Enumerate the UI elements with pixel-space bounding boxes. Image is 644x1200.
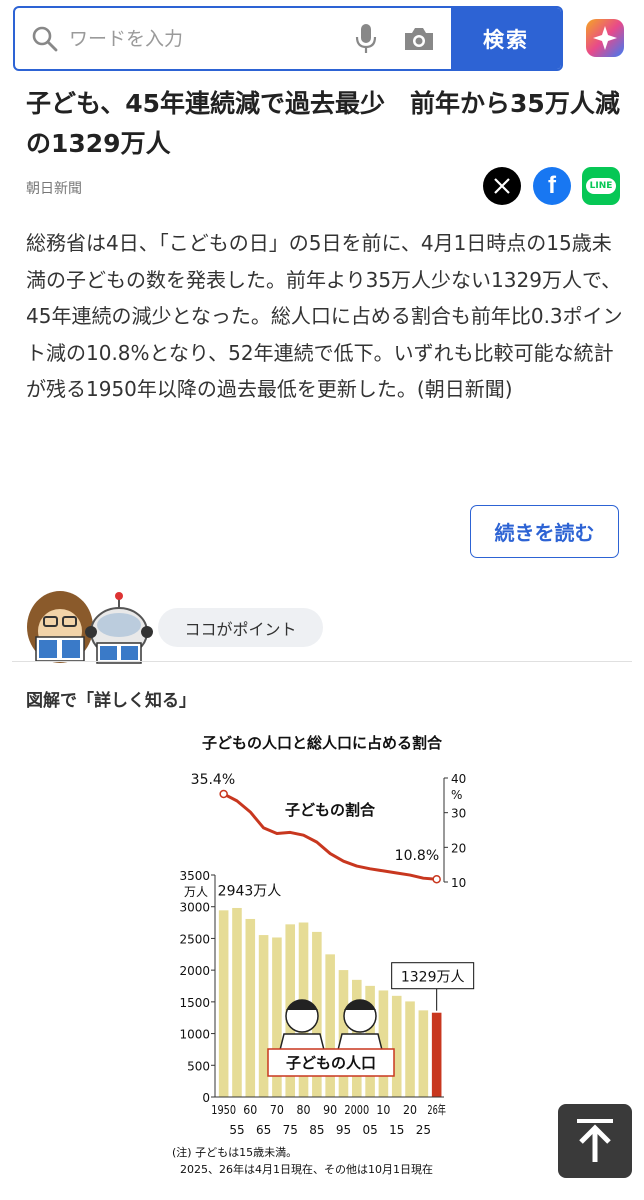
ratio-first-label: 35.4% <box>191 772 235 788</box>
left-unit: 万人 <box>184 885 208 899</box>
x-tick-label-bottom: 65 <box>256 1123 271 1137</box>
x-tick-label-top: 70 <box>270 1103 284 1117</box>
x-tick-label-top: 80 <box>297 1103 311 1117</box>
x-tick-label-bottom: 85 <box>309 1123 324 1137</box>
search-header: 検索 <box>0 0 644 82</box>
chart-note-1: (注) 子どもは15歳未満。 <box>172 1145 297 1159</box>
back-to-top-button[interactable] <box>558 1104 632 1178</box>
chart: 子どもの人口と総人口に占める割合 0 500 1000 1500 2000 2500 3000… <box>170 722 475 1184</box>
x-tick-label-bottom: 75 <box>283 1123 298 1137</box>
share-x-button[interactable] <box>483 167 521 205</box>
pop-last-label: 1329万人 <box>401 970 465 986</box>
share-line-button[interactable]: LINE <box>582 167 620 205</box>
search-input[interactable] <box>15 8 455 69</box>
population-bar <box>232 907 242 1097</box>
x-tick-label-top: 60 <box>243 1103 257 1117</box>
x-tick-label-bottom: 05 <box>362 1123 377 1137</box>
pop-first-label: 2943万人 <box>218 883 282 899</box>
population-chart: 子どもの人口と総人口に占める割合 0 500 1000 1500 2000 2500 3000… <box>172 734 475 1176</box>
arrow-up-icon <box>577 1119 613 1162</box>
left-tick-label: 1000 <box>179 1028 210 1042</box>
x-tick-label-top: 90 <box>323 1103 337 1117</box>
left-tick-label: 3500 <box>179 869 210 883</box>
ratio-point <box>432 874 441 884</box>
x-tick-label-top: 1950 <box>211 1103 236 1117</box>
read-more-button[interactable]: 続きを読む <box>470 505 619 558</box>
x-tick-label-bottom: 15 <box>389 1123 404 1137</box>
search-button[interactable]: 検索 <box>451 8 561 69</box>
x-tick-label-top: 2000 <box>344 1103 369 1117</box>
x-tick-label-top: 10 <box>376 1103 390 1117</box>
search-box: 検索 <box>13 6 563 71</box>
microphone-icon[interactable] <box>355 23 377 55</box>
population-bar <box>418 1010 429 1097</box>
share-facebook-button[interactable]: f <box>533 167 571 205</box>
x-tick-label-top: 26年 <box>427 1103 446 1117</box>
x-tick-label-bottom: 55 <box>229 1123 244 1137</box>
right-tick-label: 10 <box>451 876 466 890</box>
mascot-characters <box>27 591 153 664</box>
right-tick-label: 40 <box>451 772 466 786</box>
x-tick-label-bottom: 25 <box>416 1123 431 1137</box>
bars-series-label: 子どもの人口 <box>286 1054 376 1072</box>
chart-note-2: 2025、26年は4月1日現在、その他は10月1日現在 <box>180 1162 433 1176</box>
divider <box>12 661 632 662</box>
facebook-icon: f <box>548 172 556 199</box>
right-tick-label: 30 <box>451 807 466 821</box>
left-tick-label: 3000 <box>179 901 210 915</box>
left-tick-label: 0 <box>202 1091 210 1105</box>
population-bar <box>391 995 402 1097</box>
chart-title: 子どもの人口と総人口に占める割合 <box>202 734 443 752</box>
left-tick-label: 1500 <box>179 996 210 1010</box>
child-body <box>279 1033 325 1051</box>
child-body <box>337 1033 383 1051</box>
x-tick-label-bottom: 95 <box>336 1123 351 1137</box>
x-logo-icon <box>494 178 510 194</box>
line-series-label: 子どもの割合 <box>285 801 376 819</box>
line-icon: LINE <box>585 178 617 194</box>
ratio-point <box>219 789 228 799</box>
left-tick-label: 2500 <box>179 932 210 946</box>
population-bar <box>245 918 256 1097</box>
point-badge[interactable]: ココがポイント <box>158 608 323 647</box>
right-unit: % <box>451 788 462 802</box>
article-body: 総務省は4日、「こどもの日」の5日を前に、4月1日時点の15歳未満の子どもの数を… <box>26 231 623 401</box>
left-tick-label: 2000 <box>179 964 210 978</box>
population-bar <box>431 1012 442 1097</box>
population-bar <box>218 910 229 1097</box>
population-bar <box>405 1001 415 1097</box>
ai-assistant-icon[interactable] <box>585 18 625 58</box>
x-tick-label-top: 20 <box>403 1103 417 1117</box>
section-title: 図解で「詳しく知る」 <box>26 691 196 711</box>
article-source: 朝日新聞 <box>26 181 82 197</box>
article-title: 子ども、45年連続減で過去最少 前年から35万人減の1329万人 <box>26 89 620 158</box>
population-bar <box>258 935 269 1097</box>
left-tick-label: 500 <box>187 1059 210 1073</box>
camera-icon[interactable] <box>403 26 435 52</box>
ratio-last-label: 10.8% <box>395 848 439 864</box>
right-tick-label: 20 <box>451 841 466 855</box>
